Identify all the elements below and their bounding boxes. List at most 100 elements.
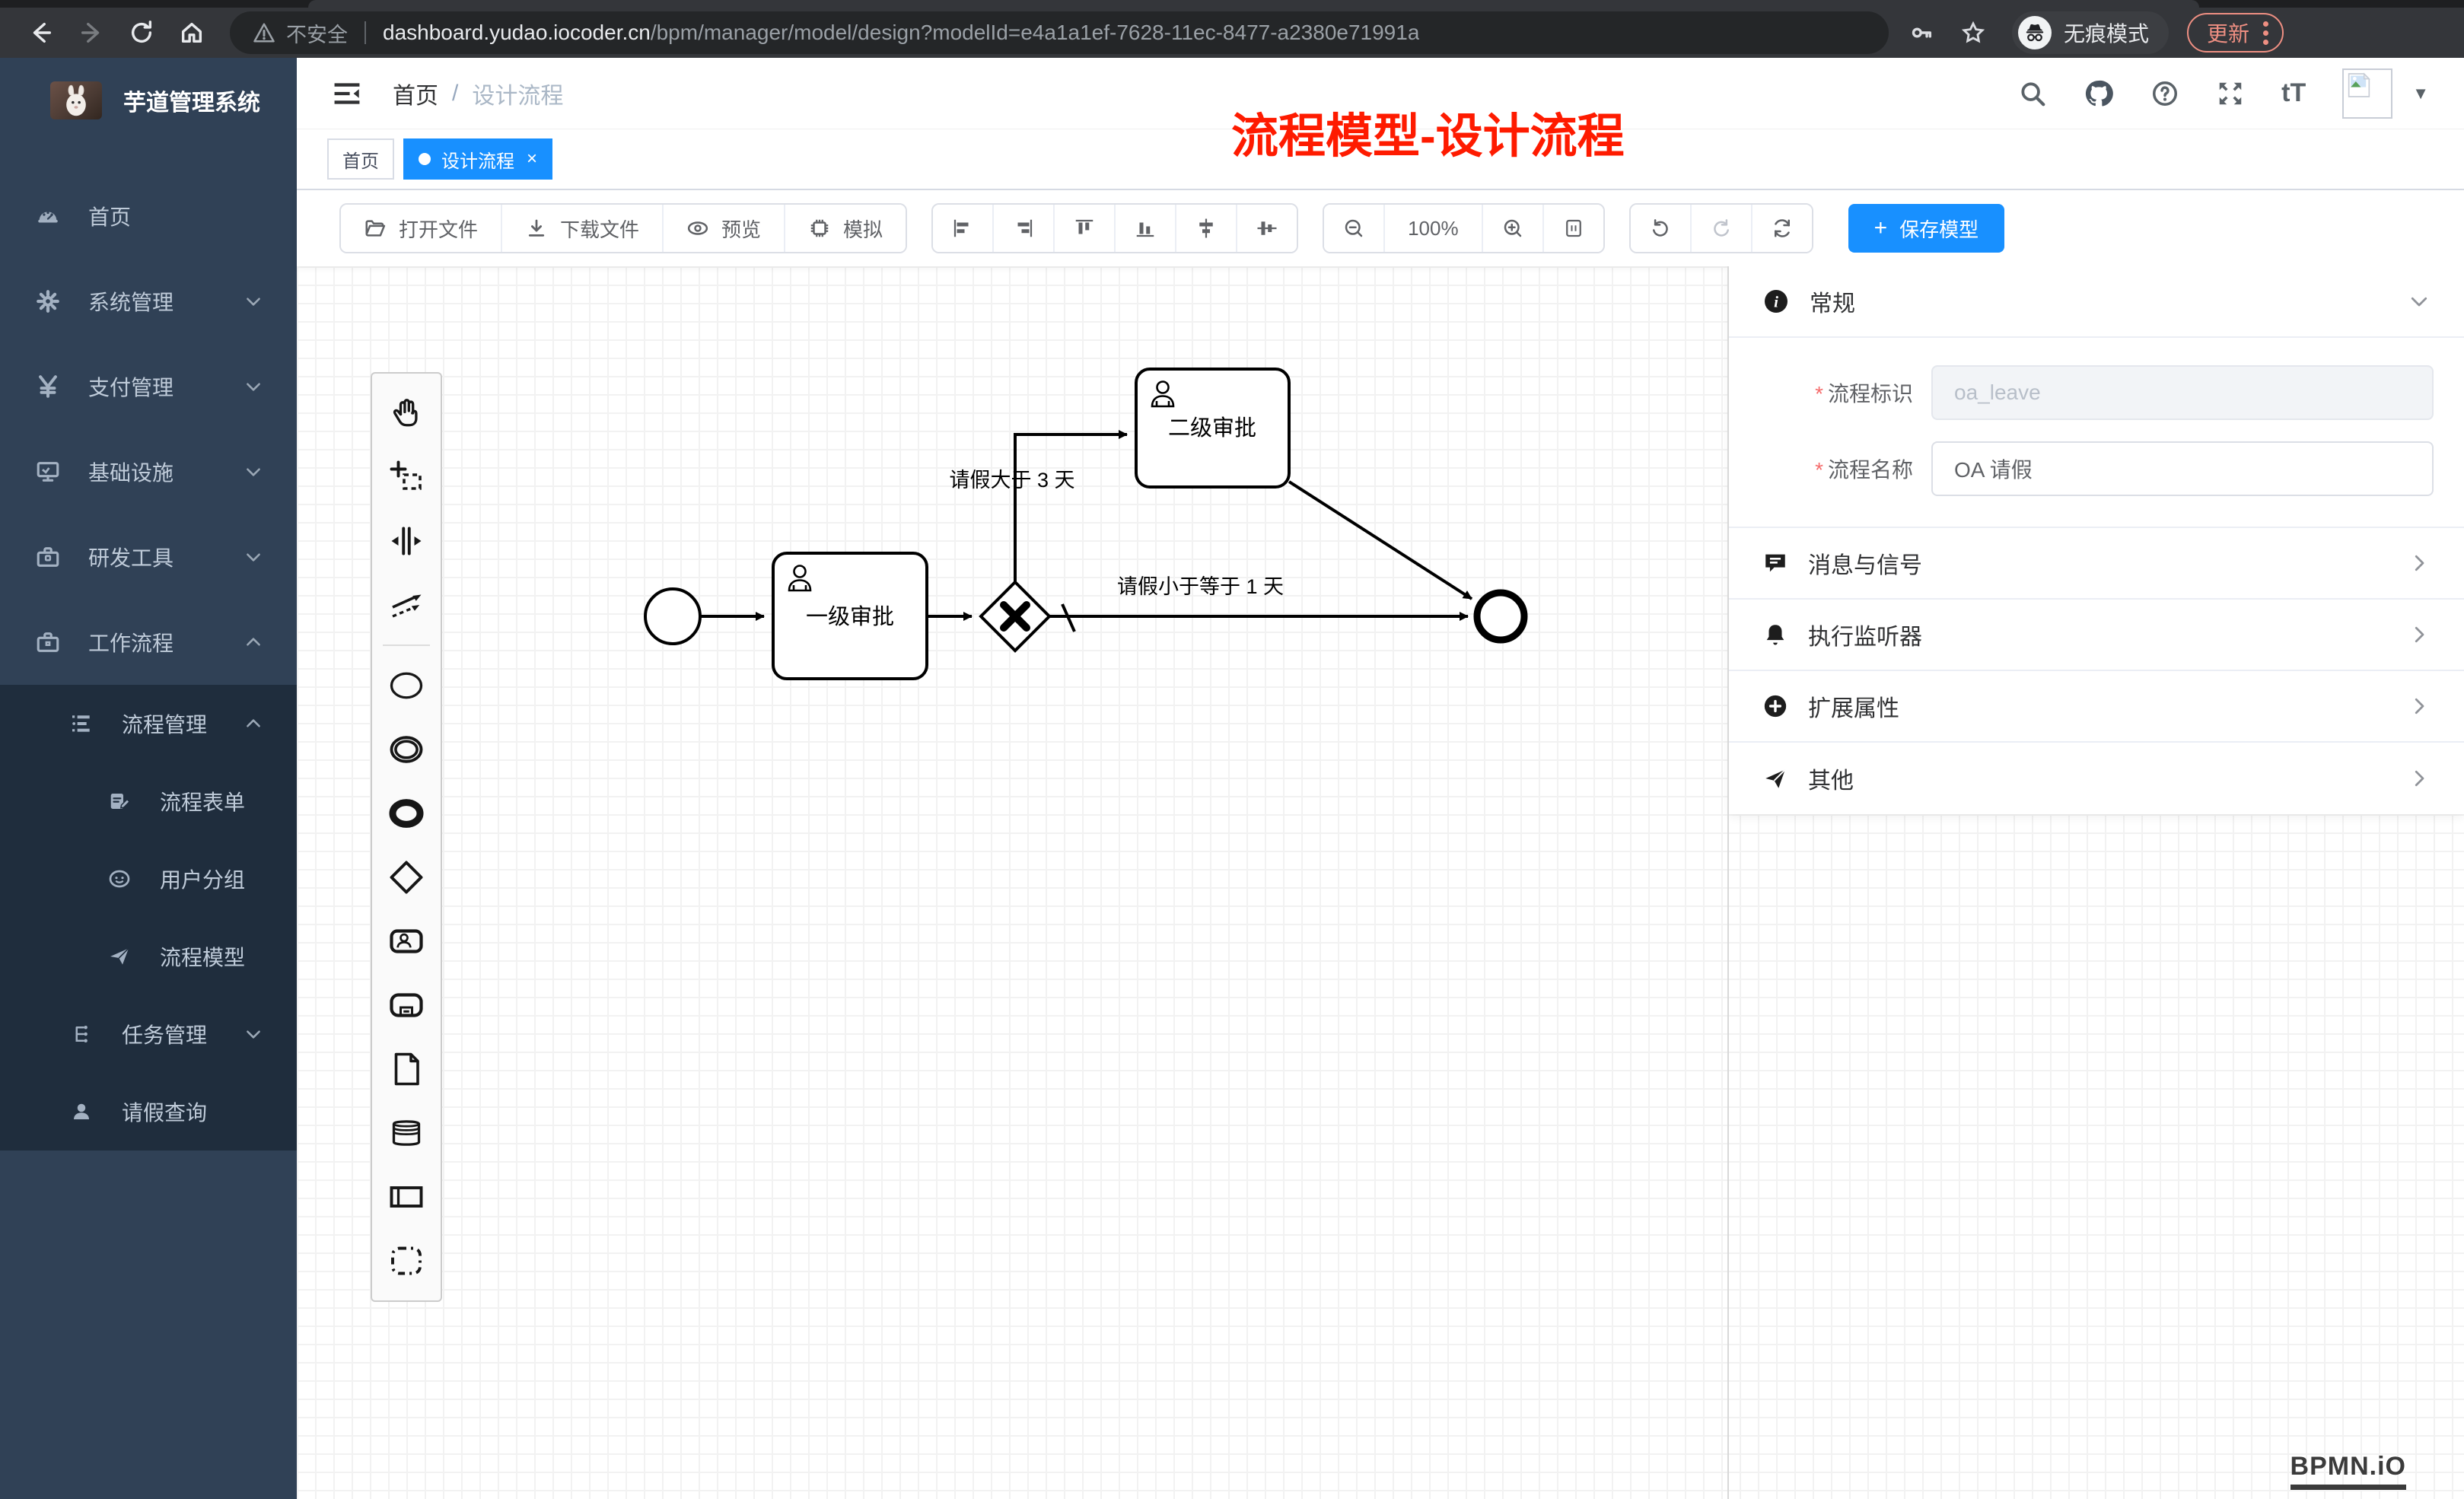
align-center-vertical-button[interactable]: [1237, 205, 1297, 252]
process-name-input[interactable]: [1931, 441, 2434, 496]
close-icon[interactable]: ×: [527, 148, 537, 170]
github-icon[interactable]: [2084, 78, 2114, 109]
tab-home[interactable]: 首页: [327, 138, 394, 180]
chevron-right-icon: [2408, 767, 2431, 790]
user-menu-caret-icon[interactable]: ▼: [2412, 84, 2429, 103]
sidebar-item-label: 任务管理: [122, 1019, 207, 1049]
save-model-label: 保存模型: [1899, 215, 1979, 243]
reload-icon[interactable]: [122, 13, 161, 53]
download-file-button[interactable]: 下载文件: [502, 205, 664, 252]
process-key-label: *流程标识: [1752, 377, 1931, 408]
forward-icon[interactable]: [72, 13, 111, 53]
user-icon: [68, 1100, 94, 1123]
exclusive-gateway[interactable]: [981, 582, 1049, 651]
sidebar-item-leave-query[interactable]: 请假查询: [0, 1073, 297, 1151]
bpmn-canvas[interactable]: 一级审批 二级审批: [297, 266, 2464, 1499]
align-top-button[interactable]: [1055, 205, 1116, 252]
zoom-level: 100%: [1385, 205, 1483, 252]
sidebar-collapse-icon[interactable]: [332, 78, 362, 109]
user-task-level2[interactable]: 二级审批: [1136, 369, 1289, 487]
task2-label: 二级审批: [1168, 415, 1256, 441]
update-button[interactable]: 更新: [2187, 13, 2284, 53]
security-label[interactable]: 不安全: [286, 18, 348, 48]
sidebar-item-process-mgmt[interactable]: 流程管理: [0, 685, 297, 762]
panel-divider[interactable]: [1727, 266, 1729, 1499]
zoom-reset-button[interactable]: [1544, 205, 1603, 252]
search-icon[interactable]: [2018, 79, 2047, 108]
address-bar[interactable]: 不安全 dashboard.yudao.iocoder.cn/bpm/manag…: [230, 11, 1889, 54]
start-event[interactable]: [645, 589, 700, 644]
section-message-signal[interactable]: 消息与信号: [1729, 528, 2464, 600]
home-icon[interactable]: [172, 13, 212, 53]
chevron-down-icon: [244, 377, 263, 396]
sidebar-item-system[interactable]: 系统管理: [0, 259, 297, 344]
sidebar-menu: 首页 系统管理 支付管理 基础设施: [0, 173, 297, 1151]
bpmn-diagram[interactable]: 一级审批 二级审批: [297, 266, 1729, 1499]
avatar[interactable]: [2342, 68, 2392, 119]
font-size-icon[interactable]: tT: [2281, 78, 2306, 108]
sidebar-item-devtools[interactable]: 研发工具: [0, 514, 297, 600]
page-header: 首页 / 设计流程 流程模型-设计流程 tT ▼: [297, 58, 2464, 129]
fullscreen-icon[interactable]: [2216, 79, 2245, 108]
chip-icon: [808, 217, 831, 240]
designer-toolbar: 打开文件 下载文件 预览 模拟: [297, 190, 2464, 266]
tab-design-process[interactable]: 设计流程 ×: [403, 138, 552, 180]
zoom-out-button[interactable]: [1324, 205, 1385, 252]
browser-menu-icon[interactable]: [2263, 21, 2268, 45]
end-event[interactable]: [1477, 593, 1524, 640]
sidebar-item-process-form[interactable]: 流程表单: [0, 762, 297, 840]
process-key-row: *流程标识: [1752, 365, 2434, 420]
sidebar-item-task-mgmt[interactable]: 任务管理: [0, 995, 297, 1073]
chevron-up-icon: [244, 632, 263, 652]
section-title: 其他: [1808, 762, 1854, 795]
bookmark-star-icon[interactable]: [1960, 20, 1986, 46]
simulate-button[interactable]: 模拟: [785, 205, 906, 252]
user-task-level1[interactable]: 一级审批: [773, 553, 927, 679]
chevron-right-icon: [2408, 552, 2431, 574]
save-model-button[interactable]: + 保存模型: [1848, 204, 2005, 253]
required-marker: *: [1815, 382, 1823, 406]
properties-panel: i 常规 *流程标识 *流程名称: [1729, 266, 2464, 814]
breadcrumb-home[interactable]: 首页: [393, 77, 438, 110]
bpmn-io-watermark[interactable]: BPMN.iO: [2291, 1452, 2406, 1490]
sidebar-item-process-model[interactable]: 流程模型: [0, 918, 297, 995]
zoom-in-button[interactable]: [1483, 205, 1544, 252]
section-other[interactable]: 其他: [1729, 743, 2464, 814]
list-tree-icon: [68, 711, 94, 736]
help-icon[interactable]: [2150, 79, 2179, 108]
not-secure-warning-icon: [253, 21, 275, 44]
flow-gateway-to-task2: [1015, 434, 1127, 582]
info-icon: i: [1762, 288, 1790, 315]
open-file-label: 打开文件: [399, 215, 478, 243]
section-execution-listener[interactable]: 执行监听器: [1729, 600, 2464, 671]
sidebar-item-user-group[interactable]: 用户分组: [0, 840, 297, 918]
open-file-button[interactable]: 打开文件: [341, 205, 502, 252]
preview-button[interactable]: 预览: [664, 205, 785, 252]
align-left-button[interactable]: [933, 205, 994, 252]
sidebar-item-label: 研发工具: [88, 542, 173, 572]
section-title: 扩展属性: [1808, 689, 1899, 723]
align-right-button[interactable]: [994, 205, 1055, 252]
section-general[interactable]: i 常规: [1729, 266, 2464, 338]
simulate-label: 模拟: [843, 215, 883, 243]
sidebar-item-home[interactable]: 首页: [0, 173, 297, 259]
form-edit-icon: [107, 790, 132, 813]
sidebar-item-payment[interactable]: 支付管理: [0, 344, 297, 429]
app-logo-row[interactable]: 芋道管理系统: [0, 58, 297, 143]
align-center-horizontal-button[interactable]: [1176, 205, 1237, 252]
sidebar-item-workflow[interactable]: 工作流程: [0, 600, 297, 685]
section-title: 消息与信号: [1808, 546, 1922, 580]
plus-icon: +: [1874, 215, 1888, 241]
workflow-submenu: 流程管理 流程表单 用户分组 流程模型: [0, 685, 297, 1151]
restart-button[interactable]: [1752, 205, 1812, 252]
align-bottom-button[interactable]: [1116, 205, 1176, 252]
section-extended-attributes[interactable]: 扩展属性: [1729, 671, 2464, 743]
key-icon[interactable]: [1908, 20, 1934, 46]
chevron-right-icon: [2408, 623, 2431, 646]
gear-icon: [35, 288, 61, 314]
process-key-input[interactable]: [1931, 365, 2434, 420]
back-icon[interactable]: [21, 13, 61, 53]
redo-button[interactable]: [1692, 205, 1752, 252]
undo-button[interactable]: [1631, 205, 1692, 252]
sidebar-item-infra[interactable]: 基础设施: [0, 429, 297, 514]
